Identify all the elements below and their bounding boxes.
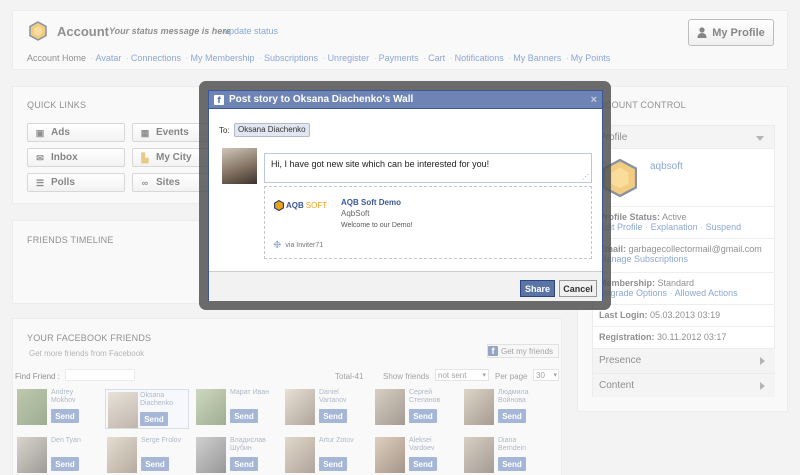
to-label: To: <box>219 126 230 135</box>
attachment-title-link[interactable]: AQB Soft Demo <box>341 198 401 207</box>
attachment-description: Welcome to our Demo! <box>341 222 413 229</box>
attachment-preview: AQB SOFT AQB Soft Demo AqbSoft Welcome to… <box>264 186 592 259</box>
message-text: Hi, I have got new site which can be int… <box>271 159 490 169</box>
cancel-button[interactable]: Cancel <box>559 280 597 297</box>
message-textarea[interactable]: Hi, I have got new site which can be int… <box>264 153 592 183</box>
dialog-footer: Share Cancel <box>209 271 602 301</box>
dialog-title: Post story to Oksana Diachenko's Wall <box>229 93 414 105</box>
attachment-subtitle: AqbSoft <box>341 209 370 218</box>
share-button[interactable]: Share <box>520 280 555 297</box>
sender-avatar <box>222 148 257 184</box>
aqb-logo-icon <box>274 200 284 211</box>
attachment-via: ❉ via Inviter71 <box>273 240 324 251</box>
dialog-header: f Post story to Oksana Diachenko's Wall … <box>209 91 602 109</box>
gear-icon: ❉ <box>273 240 282 251</box>
post-story-dialog: f Post story to Oksana Diachenko's Wall … <box>208 90 603 301</box>
resize-grip-icon[interactable]: ⋰ <box>582 173 589 181</box>
facebook-icon: f <box>214 94 224 105</box>
close-icon[interactable]: × <box>591 91 597 109</box>
aqbsoft-logo: AQB SOFT <box>274 200 327 211</box>
recipient-token[interactable]: Oksana Diachenko <box>234 123 310 137</box>
